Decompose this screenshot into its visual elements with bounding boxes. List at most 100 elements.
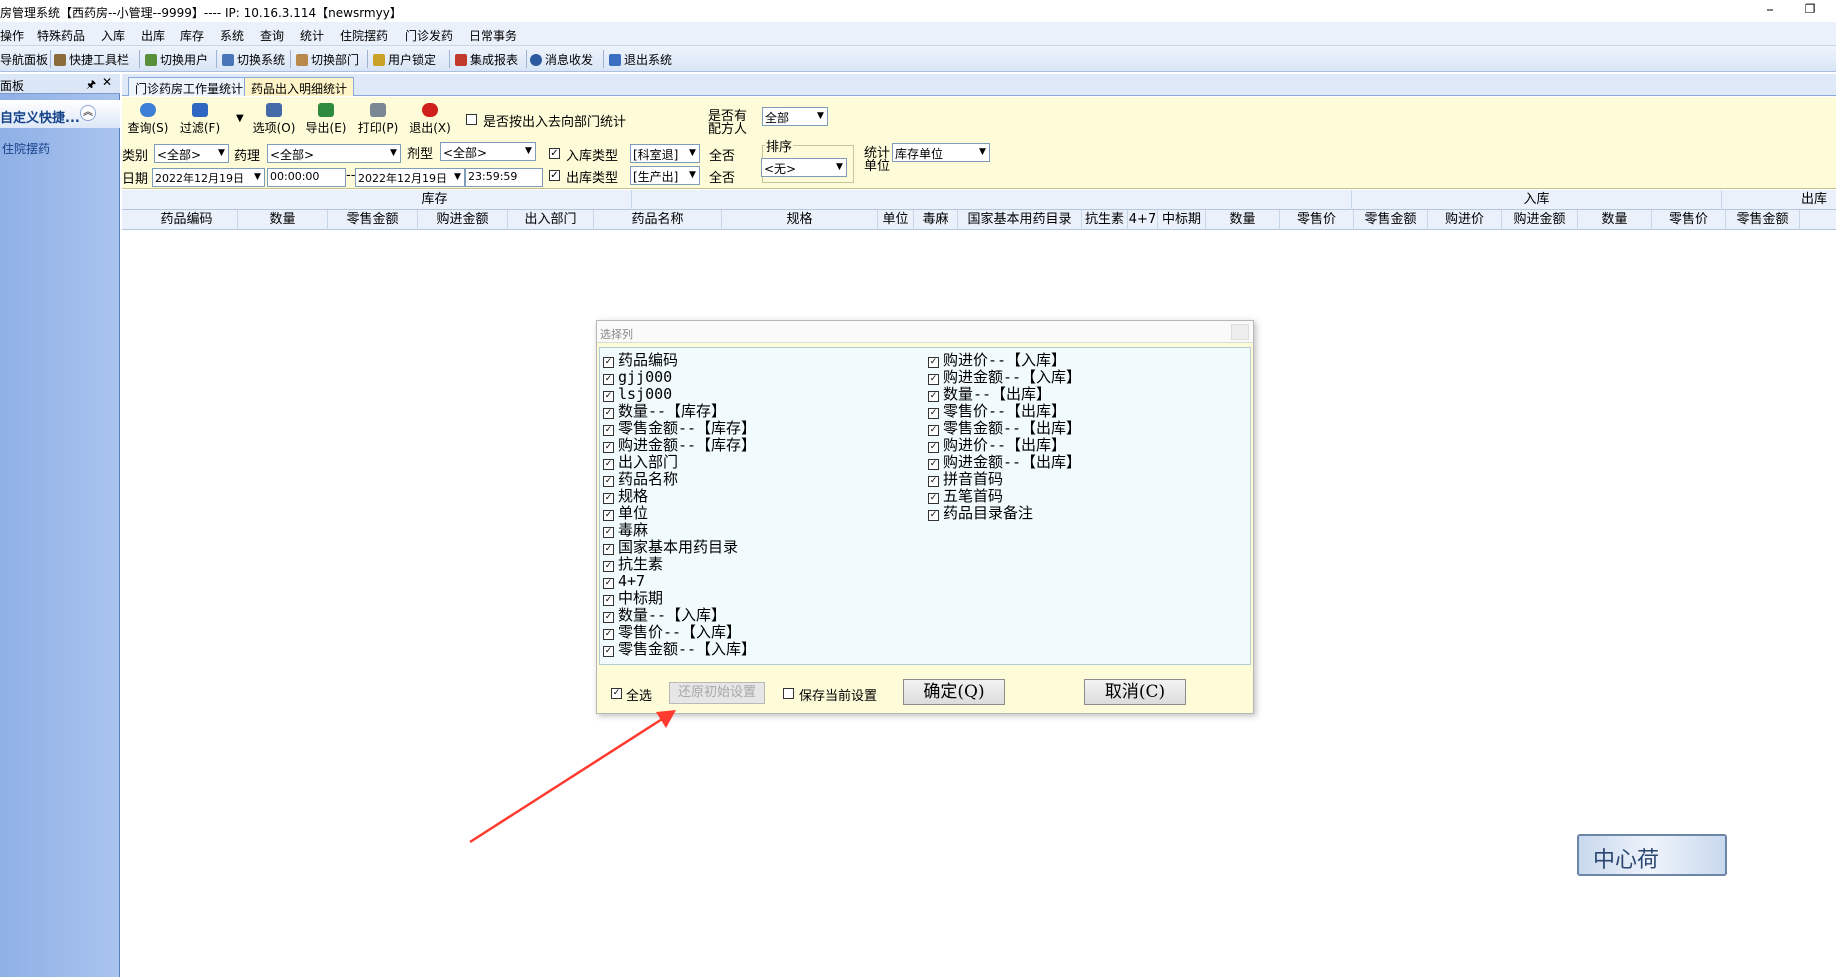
menu-stock-in[interactable]: 入库 xyxy=(101,27,125,44)
date-from-picker[interactable]: 2022年12月19日 ▼ xyxy=(152,168,265,187)
col-in-purchase-amount[interactable]: 购进金额 xyxy=(1502,210,1578,230)
toolbar-navigation-panel[interactable]: 导航面板 xyxy=(0,51,48,68)
column-option-checkbox[interactable]: ✓ xyxy=(928,391,939,402)
column-option-checkbox[interactable]: ✓ xyxy=(603,459,614,470)
col-in-retail-price[interactable]: 零售价 xyxy=(1280,210,1354,230)
column-option[interactable]: ✓ 购进金额--【出库】 xyxy=(928,454,1081,471)
column-option[interactable]: ✓ 药品编码 xyxy=(603,352,756,369)
tab-drug-inout-detail[interactable]: 药品出入明细统计 xyxy=(244,77,355,96)
column-option-checkbox[interactable]: ✓ xyxy=(603,578,614,589)
ok-button[interactable]: 确定(Q) xyxy=(903,679,1005,705)
toolbar-user-lock[interactable]: 用户锁定 xyxy=(373,51,436,68)
col-essential-drug-list[interactable]: 国家基本用药目录 xyxy=(958,210,1082,230)
col-dept[interactable]: 出入部门 xyxy=(508,210,594,230)
menu-inventory[interactable]: 库存 xyxy=(180,27,204,44)
unit-select[interactable]: 库存单位 ▼ xyxy=(892,143,990,162)
menu-daily-affairs[interactable]: 日常事务 xyxy=(469,27,517,44)
col-inv-purchase-amount[interactable]: 购进金额 xyxy=(418,210,508,230)
toolbar-switch-user[interactable]: 切换用户 xyxy=(145,51,208,68)
col-narcotic[interactable]: 毒麻 xyxy=(914,210,958,230)
filter-dropdown-arrow[interactable]: ▼ xyxy=(236,113,244,124)
col-spec[interactable]: 规格 xyxy=(722,210,878,230)
menu-outpatient-dispensing[interactable]: 门诊发药 xyxy=(405,27,453,44)
col-4plus7[interactable]: 4+7 xyxy=(1128,210,1158,230)
column-option-checkbox[interactable]: ✓ xyxy=(603,561,614,572)
col-in-purchase-price[interactable]: 购进价 xyxy=(1428,210,1502,230)
column-option[interactable]: ✓ 零售金额--【入库】 xyxy=(603,641,756,658)
col-inv-retail-amount[interactable]: 零售金额 xyxy=(328,210,418,230)
column-option-checkbox[interactable]: ✓ xyxy=(928,374,939,385)
col-in-qty[interactable]: 数量 xyxy=(1206,210,1280,230)
col-bid-period[interactable]: 中标期 xyxy=(1158,210,1206,230)
col-drug-name[interactable]: 药品名称 xyxy=(594,210,722,230)
col-unit[interactable]: 单位 xyxy=(878,210,914,230)
col-in-retail-amount[interactable]: 零售金额 xyxy=(1354,210,1428,230)
minimize-button[interactable]: ⎯ xyxy=(1760,2,1780,17)
column-option[interactable]: ✓ 购进价--【入库】 xyxy=(928,352,1081,369)
time-from-input[interactable]: 00:00:00 xyxy=(267,168,346,187)
toolbar-exit-system[interactable]: 退出系统 xyxy=(609,51,672,68)
close-icon[interactable]: ✕ xyxy=(102,75,112,89)
menu-stock-out[interactable]: 出库 xyxy=(141,27,165,44)
column-option-checkbox[interactable]: ✓ xyxy=(603,476,614,487)
sort-select[interactable]: <无> ▼ xyxy=(761,158,847,177)
select-all-checkbox[interactable]: ✓ xyxy=(611,688,622,699)
column-option[interactable]: ✓ 药品目录备注 xyxy=(928,505,1081,522)
column-option-checkbox[interactable]: ✓ xyxy=(603,425,614,436)
menu-system[interactable]: 系统 xyxy=(220,27,244,44)
col-drug-code[interactable]: 药品编码 xyxy=(136,210,238,230)
column-option[interactable]: ✓ 零售价--【出库】 xyxy=(928,403,1081,420)
column-option-checkbox[interactable]: ✓ xyxy=(603,442,614,453)
out-type-select-all[interactable]: 全否 xyxy=(709,167,735,186)
column-option[interactable]: ✓ 零售金额--【出库】 xyxy=(928,420,1081,437)
query-button[interactable]: 查询(S) xyxy=(126,103,170,137)
menu-inpatient-dispensing[interactable]: 住院摆药 xyxy=(340,27,388,44)
category-select[interactable]: <全部> ▼ xyxy=(154,144,229,163)
column-option-checkbox[interactable]: ✓ xyxy=(928,459,939,470)
tab-outpatient-workload[interactable]: 门诊药房工作量统计 xyxy=(128,77,251,96)
in-type-checkbox[interactable]: ✓ xyxy=(549,148,560,159)
options-button[interactable]: 选项(O) xyxy=(252,103,296,137)
column-option[interactable]: ✓ gjj000 xyxy=(603,369,756,386)
column-option[interactable]: ✓ 毒麻 xyxy=(603,522,756,539)
column-option[interactable]: ✓ 药品名称 xyxy=(603,471,756,488)
column-option[interactable]: ✓ 4+7 xyxy=(603,573,756,590)
restore-button[interactable]: ❐ xyxy=(1800,2,1820,16)
col-inv-qty[interactable]: 数量 xyxy=(238,210,328,230)
pharmacology-select[interactable]: <全部> ▼ xyxy=(267,144,401,163)
exit-button[interactable]: 退出(X) xyxy=(408,103,452,137)
prescriber-select[interactable]: 全部 ▼ xyxy=(762,107,828,126)
column-option[interactable]: ✓ 抗生素 xyxy=(603,556,756,573)
column-option-checkbox[interactable]: ✓ xyxy=(928,476,939,487)
toolbar-switch-system[interactable]: 切换系统 xyxy=(222,51,285,68)
toolbar-report[interactable]: 集成报表 xyxy=(455,51,518,68)
column-option[interactable]: ✓ lsj000 xyxy=(603,386,756,403)
column-option-checkbox[interactable]: ✓ xyxy=(603,357,614,368)
column-option[interactable]: ✓ 单位 xyxy=(603,505,756,522)
dosage-select[interactable]: <全部> ▼ xyxy=(440,142,536,161)
column-option[interactable]: ✓ 中标期 xyxy=(603,590,756,607)
time-to-input[interactable]: 23:59:59 xyxy=(465,168,543,187)
pin-icon[interactable]: 🖈 xyxy=(86,76,96,95)
menu-statistics[interactable]: 统计 xyxy=(300,27,324,44)
out-type-checkbox[interactable]: ✓ xyxy=(549,170,560,181)
column-option[interactable]: ✓ 规格 xyxy=(603,488,756,505)
column-option-checkbox[interactable]: ✓ xyxy=(603,629,614,640)
column-option-checkbox[interactable]: ✓ xyxy=(603,408,614,419)
menu-operation[interactable]: 操作 xyxy=(0,27,24,44)
column-option[interactable]: ✓ 数量--【入库】 xyxy=(603,607,756,624)
toolbar-switch-department[interactable]: 切换部门 xyxy=(296,51,359,68)
column-option[interactable]: ✓ 零售金额--【库存】 xyxy=(603,420,756,437)
column-option-checkbox[interactable]: ✓ xyxy=(928,442,939,453)
column-option-checkbox[interactable]: ✓ xyxy=(603,374,614,385)
column-option[interactable]: ✓ 拼音首码 xyxy=(928,471,1081,488)
col-antibiotic[interactable]: 抗生素 xyxy=(1082,210,1128,230)
chevron-up-icon[interactable]: ︽ xyxy=(80,105,96,121)
column-option[interactable]: ✓ 购进金额--【库存】 xyxy=(603,437,756,454)
column-option-checkbox[interactable]: ✓ xyxy=(603,391,614,402)
out-type-select[interactable]: [生产出] ▼ xyxy=(630,166,700,185)
shortcut-group-header[interactable]: 自定义快捷... ︽ xyxy=(0,100,120,128)
column-option-checkbox[interactable]: ✓ xyxy=(603,493,614,504)
column-option-checkbox[interactable]: ✓ xyxy=(603,544,614,555)
column-option[interactable]: ✓ 国家基本用药目录 xyxy=(603,539,756,556)
